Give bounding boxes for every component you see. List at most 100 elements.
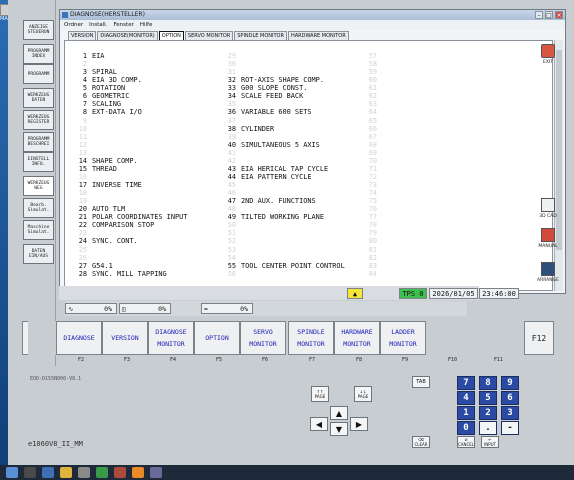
- cancel-button[interactable]: ⊘ CANCEL: [457, 436, 475, 448]
- option-number: 47: [227, 197, 236, 206]
- option-row: 78: [363, 221, 382, 229]
- option-number: 66: [368, 124, 377, 133]
- exit-label: EXIT: [542, 60, 553, 65]
- manual-button[interactable]: MANUAL: [532, 228, 564, 260]
- softkey-diagnose[interactable]: DIAGNOSE: [56, 321, 102, 355]
- nav-werkzeug-daten[interactable]: WERKZEUG DATEN: [23, 88, 54, 108]
- tab-spindle-monitor[interactable]: SPINDLE MONITOR: [234, 31, 287, 40]
- option-name: TILTED WORKING PLANE: [241, 213, 324, 222]
- clear-button[interactable]: ⌫ CLEAR: [412, 436, 430, 448]
- tab-version[interactable]: VERSION: [68, 31, 97, 40]
- key-2[interactable]: 2: [479, 406, 497, 420]
- option-row: 3 SPIRAL: [73, 68, 187, 76]
- page-down-button[interactable]: ↓↓ PAGE: [354, 386, 372, 402]
- option-number: 1: [82, 52, 87, 60]
- page-up-button[interactable]: ↑↑ PAGE: [311, 386, 329, 402]
- date-display: 2026/01/05: [429, 288, 478, 299]
- option-row: 6 GEOMETRIC: [73, 92, 187, 100]
- nav-programm-beschreibung[interactable]: PROGRAMM BESCHREI: [23, 132, 54, 152]
- menu-fenster[interactable]: Fenster: [113, 20, 133, 30]
- folder-icon[interactable]: [60, 467, 72, 478]
- menu-install[interactable]: Install.: [89, 20, 107, 30]
- taskbar-app-icon[interactable]: [114, 467, 126, 478]
- option-number: 29: [227, 52, 236, 60]
- option-row: 37: [222, 117, 345, 125]
- nav-werkzeug-register[interactable]: WERKZEUG REGISTER: [23, 110, 54, 130]
- tab-key-button[interactable]: TAB: [412, 376, 430, 388]
- nav-anzeige-steuerung[interactable]: ANZEIGE STEUERUN: [23, 20, 54, 40]
- key-1[interactable]: 1: [457, 406, 475, 420]
- option-name: EXT-DATA I/O: [92, 108, 142, 117]
- option-number: 68: [368, 140, 377, 149]
- softkey-ladder-monitor[interactable]: LADDER MONITOR: [380, 321, 426, 355]
- key-8[interactable]: 8: [479, 376, 497, 390]
- input-button[interactable]: ↵ INPUT: [481, 436, 499, 448]
- nav-programm[interactable]: PROGRAMM: [23, 64, 54, 84]
- option-row: 1 EIA: [73, 52, 187, 60]
- key-3[interactable]: 3: [501, 406, 519, 420]
- option-row: 69: [363, 149, 382, 157]
- menu-hilfe[interactable]: Hilfe: [140, 20, 153, 30]
- softkey-option[interactable]: OPTION: [194, 321, 240, 355]
- option-row: 58: [363, 60, 382, 68]
- key-0[interactable]: 0: [457, 421, 475, 435]
- key-9[interactable]: 9: [501, 376, 519, 390]
- nav-einstell-info[interactable]: EINSTELL INFO.: [23, 152, 54, 172]
- taskbar-app-icon[interactable]: [78, 467, 90, 478]
- softkey-hardware-monitor[interactable]: HARDWARE MONITOR: [334, 321, 380, 355]
- tab-servo-monitor[interactable]: SERVO MONITOR: [184, 31, 234, 40]
- softkey-servo-monitor[interactable]: SERVO MONITOR: [240, 321, 286, 355]
- arrow-up-icon: ▲: [335, 408, 343, 418]
- menu-ordner[interactable]: Ordner: [64, 20, 83, 30]
- option-number: 17: [78, 181, 87, 189]
- option-row: 42: [222, 157, 345, 165]
- key-7[interactable]: 7: [457, 376, 475, 390]
- window-titlebar[interactable]: DIAGNOSE(HERSTELLER) – □ ×: [60, 10, 565, 20]
- nav-daten-ein-aus[interactable]: DATEN EIN/AUS: [23, 244, 54, 264]
- key-4[interactable]: 4: [457, 391, 475, 405]
- taskbar-app-icon[interactable]: [42, 467, 54, 478]
- taskbar-app-icon[interactable]: [24, 467, 36, 478]
- option-row: 2: [73, 60, 187, 68]
- tab-diagnose-monitor[interactable]: DIAGNOSE(MONITOR): [97, 31, 158, 40]
- option-number: 53: [227, 245, 236, 254]
- key-minus[interactable]: -: [501, 421, 519, 435]
- softkey-line1: LADDER: [391, 328, 415, 336]
- exit-button[interactable]: EXIT: [532, 44, 564, 76]
- cursor-right-button[interactable]: ▶: [350, 417, 368, 431]
- taskbar-app-icon[interactable]: [132, 467, 144, 478]
- softkey-line2: MONITOR: [389, 340, 417, 348]
- key-6[interactable]: 6: [501, 391, 519, 405]
- option-row: 61: [363, 84, 382, 92]
- arrange-button[interactable]: ARRANGE: [532, 262, 564, 294]
- taskbar-app-icon[interactable]: [150, 467, 162, 478]
- arrow-right-icon: ▶: [355, 419, 363, 429]
- option-row: 16: [73, 173, 187, 181]
- option-number: 42: [227, 156, 236, 165]
- 3d-cad-button[interactable]: 3D CAD: [532, 198, 564, 230]
- diagnose-window: DIAGNOSE(HERSTELLER) – □ × Ordner Instal…: [59, 9, 566, 294]
- nav-maschine-simulation[interactable]: Maschine Simulat.: [23, 220, 54, 240]
- nav-programm-index[interactable]: PROGRAMM INDEX: [23, 44, 54, 64]
- softkey-version[interactable]: VERSION: [102, 321, 148, 355]
- alarm-lamp-icon[interactable]: ▲: [347, 288, 363, 299]
- page-up-label: PAGE: [314, 394, 326, 399]
- taskbar-app-icon[interactable]: [96, 467, 108, 478]
- cursor-down-button[interactable]: ▼: [330, 422, 348, 436]
- softkey-spindle-monitor[interactable]: SPINDLE MONITOR: [288, 321, 334, 355]
- start-icon[interactable]: [6, 467, 18, 478]
- key-decimal[interactable]: .: [479, 421, 497, 435]
- cursor-up-button[interactable]: ▲: [330, 406, 348, 420]
- option-column-3: 57 58 59 60 61 62 63 64 65 66 67 68 69 70 71 72 73 74 75 76…: [363, 52, 382, 278]
- softkey-diagnose-monitor[interactable]: DIAGNOSE MONITOR: [148, 321, 194, 355]
- cursor-left-button[interactable]: ◀: [310, 417, 328, 431]
- 3d-cad-label: 3D CAD: [539, 214, 557, 219]
- option-number: 64: [368, 108, 377, 117]
- nav-bearb-simulation[interactable]: Bearb. Simulat.: [23, 198, 54, 218]
- key-5[interactable]: 5: [479, 391, 497, 405]
- tab-hardware-monitor[interactable]: HARDWARE MONITOR: [287, 31, 349, 40]
- nav-werkzeug-weg[interactable]: WERKZEUG WEG: [23, 176, 54, 196]
- tab-option[interactable]: OPTION: [158, 31, 184, 40]
- f12-key[interactable]: F12: [524, 321, 554, 355]
- option-name: EIA PATTERN CYCLE: [241, 172, 312, 181]
